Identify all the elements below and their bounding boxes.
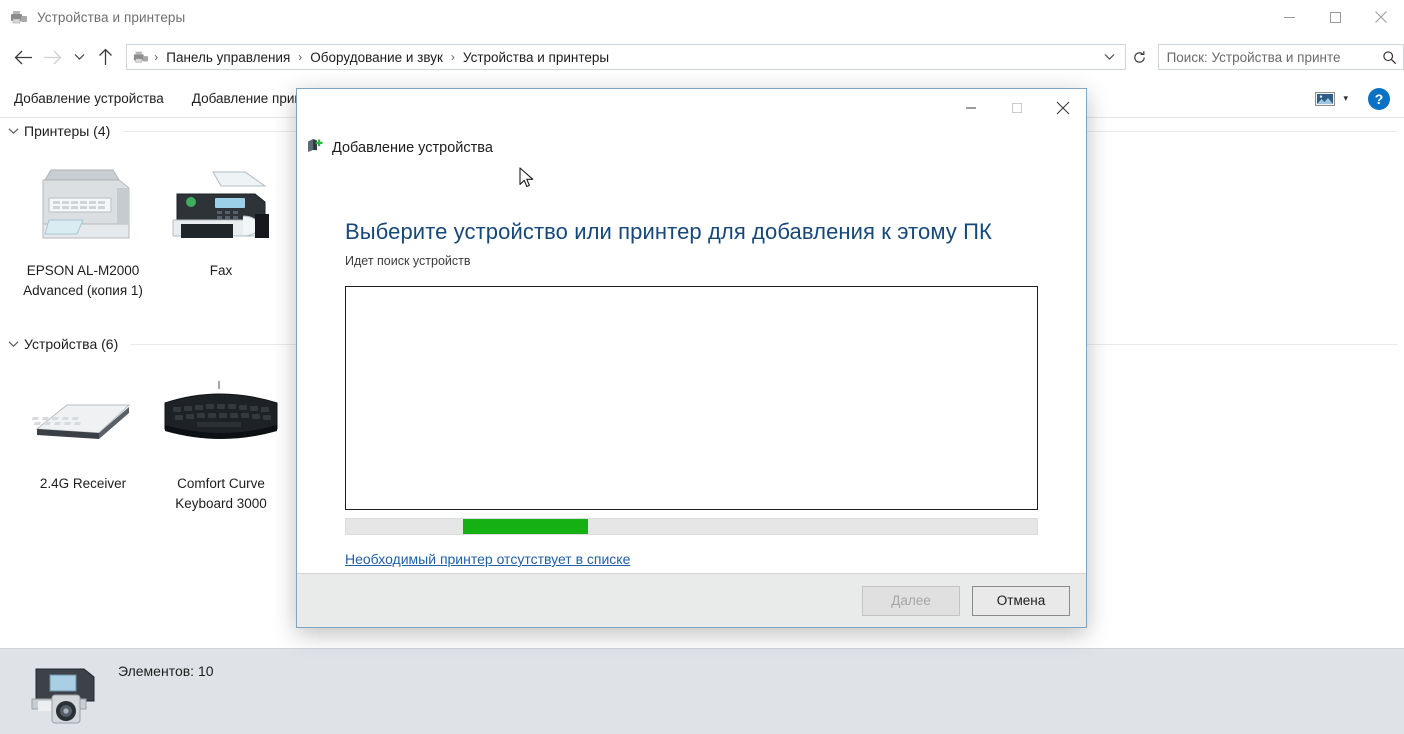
breadcrumb[interactable]: › Панель управления › Оборудование и зву… [126, 44, 1127, 70]
multifunction-printer-icon [21, 154, 145, 250]
mouse-pointer-icon [519, 167, 535, 194]
back-button[interactable] [9, 42, 38, 72]
device-tile[interactable]: 2.4G Receiver [14, 367, 152, 514]
recent-locations-button[interactable] [68, 42, 91, 72]
chevron-down-icon[interactable] [8, 127, 24, 135]
progress-chunk [463, 519, 588, 534]
chevron-down-icon[interactable] [8, 340, 24, 348]
status-item-count: Элементов: 10 [118, 663, 214, 679]
dialog-maximize-icon [994, 89, 1040, 127]
breadcrumb-devices-icon [133, 49, 149, 65]
forward-button [38, 42, 67, 72]
device-tile[interactable]: Fax [152, 154, 290, 301]
dialog-window-controls [948, 89, 1086, 127]
device-tile-label: 2.4G Receiver [39, 476, 127, 491]
device-camera-printer-icon [22, 655, 104, 734]
search-icon[interactable] [1382, 50, 1397, 65]
window-title: Устройства и принтеры [37, 9, 186, 25]
breadcrumb-dropdown-icon[interactable] [1098, 45, 1121, 69]
devices-and-printers-window: Устройства и принтеры › Панель управлени… [0, 0, 1404, 734]
cancel-button[interactable]: Отмена [972, 585, 1070, 616]
add-device-dialog: Добавление устройства Выберите устройств… [296, 88, 1087, 628]
window-titlebar: Устройства и принтеры [0, 0, 1404, 34]
window-controls [1266, 0, 1404, 34]
group-label-printers: Принтеры (4) [24, 123, 111, 139]
navigation-bar: › Панель управления › Оборудование и зву… [0, 34, 1404, 80]
dialog-titlebar: Добавление устройства [297, 89, 1086, 156]
device-tile-label: Comfort Curve Keyboard 3000 [175, 476, 267, 511]
found-devices-list[interactable] [345, 286, 1038, 510]
fax-icon [159, 154, 283, 250]
breadcrumb-item-hardware-sound[interactable]: Оборудование и звук [307, 50, 446, 65]
printer-not-listed-link[interactable]: Необходимый принтер отсутствует в списке [345, 551, 630, 567]
minimize-icon[interactable] [1266, 0, 1312, 34]
maximize-icon[interactable] [1312, 0, 1358, 34]
dialog-footer: Далее Отмена [297, 573, 1086, 627]
device-tile-label: EPSON AL-M2000 Advanced (копия 1) [23, 263, 143, 298]
device-tile[interactable]: Comfort Curve Keyboard 3000 [152, 367, 290, 514]
breadcrumb-item-control-panel[interactable]: Панель управления [163, 50, 293, 65]
breadcrumb-separator: › [298, 50, 303, 64]
status-bar: Элементов: 10 [0, 648, 1404, 734]
device-tile-label: Fax [209, 263, 233, 278]
refresh-icon[interactable] [1126, 44, 1153, 70]
view-layout-icon[interactable] [1313, 88, 1337, 110]
breadcrumb-separator: › [154, 50, 159, 64]
add-device-command[interactable]: Добавление устройства [0, 80, 178, 118]
search-placeholder: Поиск: Устройства и принте [1166, 49, 1341, 65]
breadcrumb-separator: › [450, 50, 455, 64]
device-tile[interactable]: EPSON AL-M2000 Advanced (копия 1) [14, 154, 152, 301]
search-progress-bar [345, 518, 1038, 535]
search-input[interactable]: Поиск: Устройства и принте [1157, 44, 1404, 70]
devices-printers-icon [10, 8, 28, 26]
help-button[interactable]: ? [1368, 87, 1390, 110]
dialog-body: Выберите устройство или принтер для доба… [297, 145, 1086, 573]
keyboard-white-icon [21, 367, 145, 463]
next-button: Далее [862, 585, 960, 616]
up-button[interactable] [91, 42, 120, 72]
dialog-close-icon[interactable] [1040, 89, 1086, 127]
dialog-minimize-icon[interactable] [948, 89, 994, 127]
breadcrumb-item-devices-printers[interactable]: Устройства и принтеры [460, 50, 612, 65]
command-bar-right: ▾ ? [1313, 87, 1404, 110]
dialog-heading: Выберите устройство или принтер для доба… [345, 219, 992, 244]
group-label-devices: Устройства (6) [24, 336, 119, 352]
view-dropdown-icon[interactable]: ▾ [1337, 93, 1358, 104]
keyboard-black-icon [159, 367, 283, 463]
dialog-subtitle: Идет поиск устройств [345, 254, 471, 268]
close-icon[interactable] [1358, 0, 1404, 34]
